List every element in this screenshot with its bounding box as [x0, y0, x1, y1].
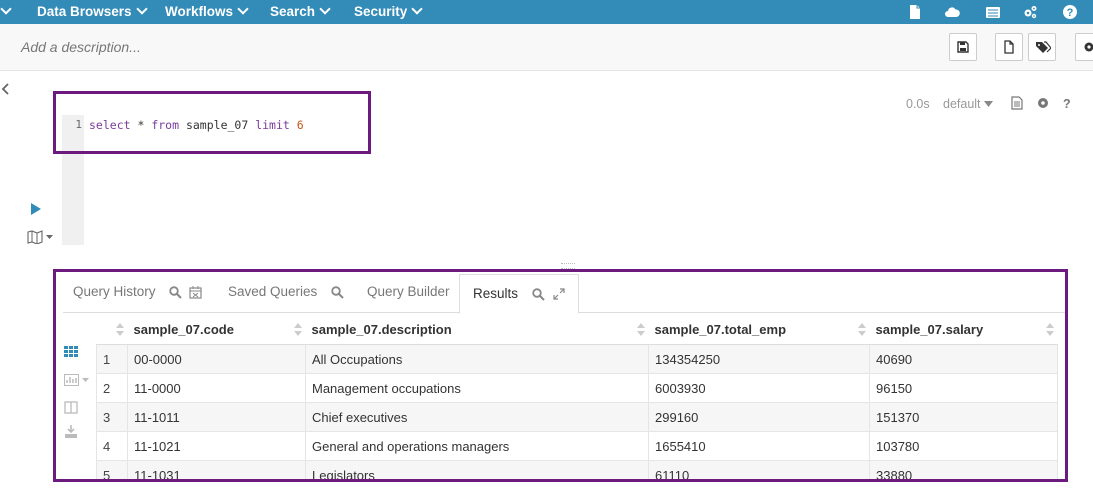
- tab-query-builder[interactable]: Query Builder: [367, 272, 450, 312]
- description-bar: Add a description...: [0, 24, 1093, 71]
- tab-query-history[interactable]: Query History: [73, 272, 202, 312]
- chevron-down-icon: [135, 3, 148, 15]
- sort-icon: [636, 323, 645, 336]
- new-document-button[interactable]: [995, 33, 1023, 61]
- save-button[interactable]: [949, 33, 977, 61]
- cloud-icon[interactable]: [944, 4, 960, 20]
- table-row[interactable]: 2 11-0000 Management occupations 6003930…: [96, 373, 1058, 403]
- cell-salary[interactable]: 40690: [869, 344, 1058, 374]
- chevron-down-icon: [411, 3, 423, 15]
- cell-code[interactable]: 11-1021: [127, 431, 306, 461]
- columns-icon[interactable]: [64, 401, 80, 415]
- chevron-down-icon: [237, 3, 249, 15]
- save-icon: [957, 41, 969, 53]
- grid-view-icon[interactable]: [64, 346, 80, 360]
- sort-icon: [857, 323, 866, 336]
- row-number-header[interactable]: [96, 314, 128, 345]
- sort-icon: [1045, 323, 1054, 336]
- cell-salary[interactable]: 151370: [869, 402, 1058, 432]
- top-navbar: Data Browsers Workflows Search Security …: [0, 0, 1093, 24]
- cell-total-emp[interactable]: 299160: [648, 402, 870, 432]
- cell-total-emp[interactable]: 134354250: [648, 344, 870, 374]
- nav-search[interactable]: Search: [270, 0, 331, 24]
- search-icon[interactable]: [331, 286, 344, 299]
- row-number: 3: [96, 402, 128, 432]
- table-row[interactable]: 1 00-0000 All Occupations 134354250 4069…: [96, 344, 1058, 374]
- cell-description[interactable]: Chief executives: [305, 402, 649, 432]
- table-row[interactable]: 5 11-1031 Legislators 61110 33880: [96, 460, 1058, 479]
- help-icon[interactable]: ?: [1062, 4, 1078, 20]
- new-document-icon: [1004, 40, 1014, 54]
- cell-total-emp[interactable]: 61110: [648, 460, 870, 479]
- elapsed-time: 0.0s: [906, 97, 930, 111]
- row-number: 1: [96, 344, 128, 374]
- cell-total-emp[interactable]: 1655410: [648, 431, 870, 461]
- document-icon[interactable]: [1010, 96, 1024, 110]
- expand-icon[interactable]: [552, 288, 565, 301]
- caret-down-icon: [983, 101, 993, 107]
- database-selector[interactable]: default: [943, 97, 994, 111]
- cell-total-emp[interactable]: 6003930: [648, 373, 870, 403]
- tags-button[interactable]: [1028, 33, 1056, 61]
- nav-workflows[interactable]: Workflows: [165, 0, 249, 24]
- cell-description[interactable]: Legislators: [305, 460, 649, 479]
- cell-code[interactable]: 00-0000: [127, 344, 306, 374]
- table-row[interactable]: 4 11-1021 General and operations manager…: [96, 431, 1058, 461]
- download-icon[interactable]: [64, 425, 80, 439]
- results-panel: Query History Saved Queries Query Builde…: [53, 269, 1068, 482]
- cell-description[interactable]: Management occupations: [305, 373, 649, 403]
- tags-icon: [1036, 41, 1051, 53]
- sort-icon: [115, 323, 124, 336]
- map-icon[interactable]: [27, 230, 57, 244]
- column-header[interactable]: sample_07.salary: [869, 314, 1058, 345]
- chevron-down-icon: [319, 3, 331, 15]
- cell-salary[interactable]: 33880: [869, 460, 1058, 479]
- search-icon[interactable]: [532, 288, 545, 301]
- column-header[interactable]: sample_07.description: [305, 314, 649, 345]
- cell-code[interactable]: 11-0000: [127, 373, 306, 403]
- gears-icon[interactable]: [1022, 4, 1038, 20]
- svg-text:?: ?: [1067, 7, 1074, 19]
- settings-button[interactable]: [1075, 33, 1093, 61]
- document-icon[interactable]: [907, 4, 923, 20]
- nav-data-browsers[interactable]: Data Browsers: [37, 0, 148, 24]
- table-row[interactable]: 3 11-1011 Chief executives 299160 151370: [96, 402, 1058, 432]
- settings-icon: [1084, 42, 1093, 52]
- cell-salary[interactable]: 96150: [869, 373, 1058, 403]
- row-number: 2: [96, 373, 128, 403]
- row-number: 5: [96, 460, 128, 479]
- gear-icon[interactable]: [1036, 96, 1050, 110]
- help-icon[interactable]: ?: [1063, 97, 1071, 111]
- column-header[interactable]: sample_07.code: [127, 314, 306, 345]
- results-table: sample_07.code sample_07.description sam…: [96, 314, 1058, 479]
- nav-menu-toggle[interactable]: [0, 0, 12, 24]
- run-icon[interactable]: [30, 203, 42, 215]
- column-header[interactable]: sample_07.total_emp: [648, 314, 870, 345]
- cell-code[interactable]: 11-1011: [127, 402, 306, 432]
- tab-results[interactable]: Results: [459, 274, 579, 314]
- tab-saved-queries[interactable]: Saved Queries: [228, 272, 344, 312]
- cell-description[interactable]: General and operations managers: [305, 431, 649, 461]
- cell-description[interactable]: All Occupations: [305, 344, 649, 374]
- chart-view-icon[interactable]: [64, 374, 92, 388]
- search-icon[interactable]: [169, 286, 183, 299]
- cell-code[interactable]: 11-1031: [127, 460, 306, 479]
- editor-highlight-box: [53, 91, 371, 154]
- cell-salary[interactable]: 103780: [869, 431, 1058, 461]
- row-number: 4: [96, 431, 128, 461]
- list-icon[interactable]: [985, 4, 1001, 20]
- sort-icon: [293, 323, 302, 336]
- nav-security[interactable]: Security: [354, 0, 423, 24]
- table-header-row: sample_07.code sample_07.description sam…: [96, 314, 1058, 345]
- description-field[interactable]: Add a description...: [21, 39, 141, 55]
- calendar-icon[interactable]: [189, 285, 202, 299]
- collapse-left-icon[interactable]: [0, 82, 10, 96]
